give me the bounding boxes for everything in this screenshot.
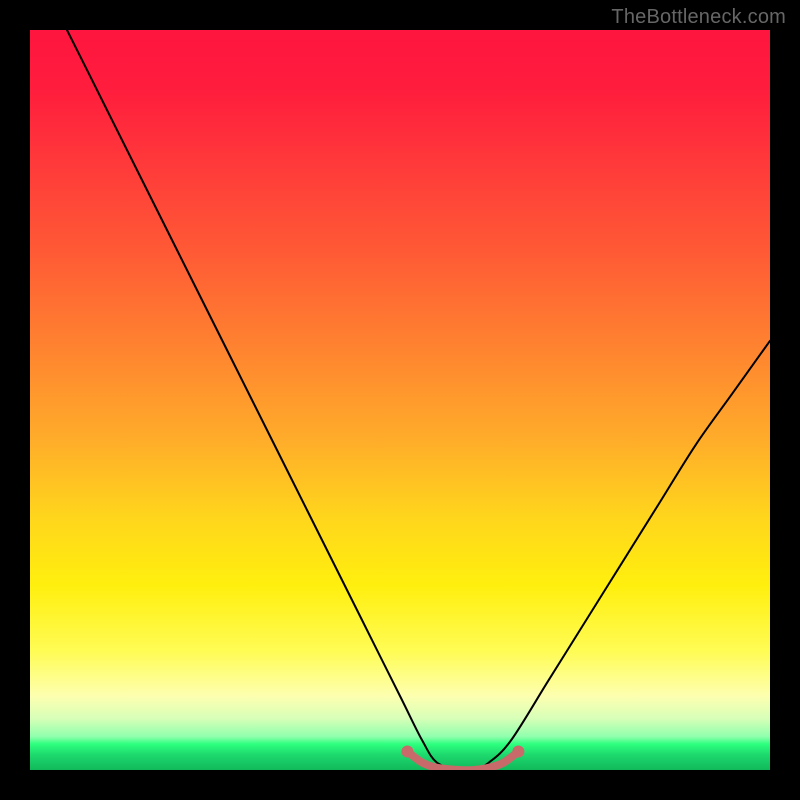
watermark-text: TheBottleneck.com [611,6,786,29]
pink-floor-path [407,752,518,771]
plot-area [30,30,770,770]
bottleneck-curve-path [67,30,770,770]
chart-stage: TheBottleneck.com [0,0,800,800]
pink-floor-dot-left [401,746,413,758]
curve-overlay [30,30,770,770]
pink-floor-dot-right [512,746,524,758]
